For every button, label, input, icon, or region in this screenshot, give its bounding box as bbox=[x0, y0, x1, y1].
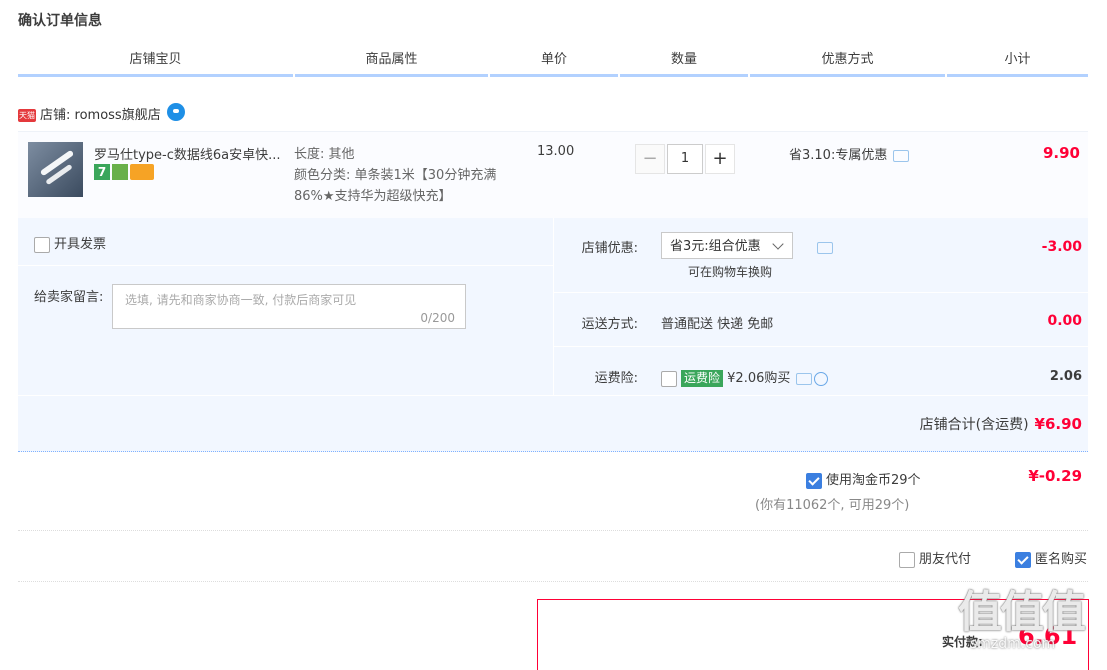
coins-discount: ¥-0.29 bbox=[1028, 467, 1082, 485]
quantity-minus-button[interactable]: − bbox=[635, 144, 665, 174]
guarantee-icon bbox=[112, 164, 128, 180]
col-shop-item: 店铺宝贝 bbox=[18, 46, 293, 77]
message-placeholder: 选填, 请先和商家协商一致, 付款后商家可见 bbox=[125, 293, 357, 307]
shop-total: 店铺合计(含运费) ¥6.90 bbox=[920, 414, 1082, 434]
service-badges: 7 bbox=[94, 164, 156, 180]
product-thumbnail[interactable] bbox=[28, 142, 83, 197]
comment-icon[interactable] bbox=[893, 149, 910, 162]
message-label: 给卖家留言: bbox=[34, 290, 104, 305]
column-header: 店铺宝贝 商品属性 单价 数量 优惠方式 小计 bbox=[18, 46, 1088, 77]
item-promo: 省3.10:专属优惠 bbox=[789, 144, 910, 163]
insurance-amount: 2.06 bbox=[1049, 369, 1082, 384]
use-coins-checkbox[interactable] bbox=[806, 472, 822, 489]
comment-icon[interactable] bbox=[796, 372, 813, 385]
invoice-option[interactable]: 开具发票 bbox=[34, 233, 106, 253]
page-title: 确认订单信息 bbox=[18, 13, 102, 29]
quantity-input[interactable]: 1 bbox=[667, 144, 703, 174]
invoice-checkbox[interactable] bbox=[34, 236, 50, 253]
order-options-panel: 开具发票 给卖家留言: 选填, 请先和商家协商一致, 付款后商家可见 0/200… bbox=[18, 218, 1088, 452]
use-coins-option[interactable]: 使用淘金币29个 bbox=[806, 469, 921, 489]
divider bbox=[554, 346, 1088, 347]
shop-coupon-label: 店铺优惠: bbox=[581, 241, 638, 256]
order-item-row: 罗马仕type-c数据线6a安卓快... 7 长度: 其他 颜色分类: 单条装1… bbox=[18, 131, 1088, 219]
col-quantity: 数量 bbox=[620, 46, 748, 77]
shop-coupon-amount: -3.00 bbox=[1041, 239, 1082, 255]
divider bbox=[554, 292, 1088, 293]
friend-pay-label: 朋友代付 bbox=[919, 552, 972, 567]
divider bbox=[18, 265, 553, 266]
payment-options-row: 朋友代付 匿名购买 bbox=[18, 531, 1088, 582]
promo-text: 省3.10:专属优惠 bbox=[789, 148, 888, 163]
shipping-insurance-option: 运费险 ¥2.06购买 bbox=[661, 367, 829, 387]
unit-price: 13.00 bbox=[537, 144, 575, 159]
seven-day-return-icon: 7 bbox=[94, 164, 110, 180]
anonymous-option[interactable]: 匿名购买 bbox=[1015, 548, 1087, 568]
seller-message-input[interactable]: 选填, 请先和商家协商一致, 付款后商家可见 0/200 bbox=[112, 284, 466, 329]
chevron-down-icon bbox=[772, 238, 784, 250]
quantity-plus-button[interactable]: + bbox=[705, 144, 735, 174]
insurance-badge: 运费险 bbox=[681, 370, 724, 387]
credit-card-icon bbox=[130, 164, 154, 180]
shop-total-label: 店铺合计(含运费) bbox=[919, 417, 1029, 433]
friend-pay-checkbox[interactable] bbox=[899, 551, 915, 568]
comment-icon[interactable] bbox=[817, 241, 833, 254]
insurance-checkbox[interactable] bbox=[661, 370, 677, 387]
shop-name[interactable]: 店铺: romoss旗舰店 bbox=[40, 108, 161, 123]
shop-total-value: ¥6.90 bbox=[1034, 415, 1082, 433]
col-attributes: 商品属性 bbox=[295, 46, 488, 77]
invoice-label: 开具发票 bbox=[54, 237, 107, 252]
taojinbi-row: 使用淘金币29个 (你有11062个, 可用29个) ¥-0.29 bbox=[18, 452, 1088, 531]
item-subtotal: 9.90 bbox=[1042, 144, 1080, 162]
shop-coupon-value: 省3元:组合优惠 bbox=[670, 239, 761, 254]
divider bbox=[18, 395, 1088, 396]
shop-coupon-select[interactable]: 省3元:组合优惠 bbox=[661, 232, 793, 259]
coins-available: (你有11062个, 可用29个) bbox=[755, 498, 910, 513]
help-icon[interactable] bbox=[814, 371, 829, 386]
shop-line: 天猫 店铺: romoss旗舰店 bbox=[18, 102, 185, 128]
product-attributes: 长度: 其他 颜色分类: 单条装1米【30分钟充满86%★支持华为超级快充】 bbox=[294, 144, 504, 207]
shipping-method: 普通配送 快递 免邮 bbox=[661, 317, 774, 332]
message-char-count: 0/200 bbox=[420, 311, 455, 325]
attr-length: 长度: 其他 bbox=[294, 147, 355, 162]
use-coins-label: 使用淘金币29个 bbox=[826, 473, 921, 488]
shipping-label: 运送方式: bbox=[581, 317, 638, 332]
friend-pay-option[interactable]: 朋友代付 bbox=[899, 548, 971, 568]
col-price: 单价 bbox=[490, 46, 618, 77]
anonymous-checkbox[interactable] bbox=[1015, 551, 1031, 568]
insurance-label: 运费险: bbox=[594, 371, 638, 386]
wangwang-chat-icon[interactable] bbox=[166, 102, 185, 121]
col-discount: 优惠方式 bbox=[750, 46, 945, 77]
quantity-stepper: −1 + bbox=[635, 144, 735, 174]
watermark-logo: 值值值 bbox=[958, 587, 1086, 638]
attr-color: 颜色分类: 单条装1米【30分钟充满86%★支持华为超级快充】 bbox=[294, 168, 497, 204]
anonymous-label: 匿名购买 bbox=[1035, 552, 1088, 567]
insurance-price: ¥2.06购买 bbox=[727, 371, 791, 386]
coupon-hint: 可在购物车换购 bbox=[688, 265, 773, 279]
shipping-amount: 0.00 bbox=[1047, 313, 1082, 329]
tmall-icon: 天猫 bbox=[18, 109, 36, 122]
watermark-url: smzdm.com bbox=[970, 636, 1056, 652]
product-name[interactable]: 罗马仕type-c数据线6a安卓快... bbox=[94, 144, 284, 163]
col-subtotal: 小计 bbox=[947, 46, 1088, 77]
